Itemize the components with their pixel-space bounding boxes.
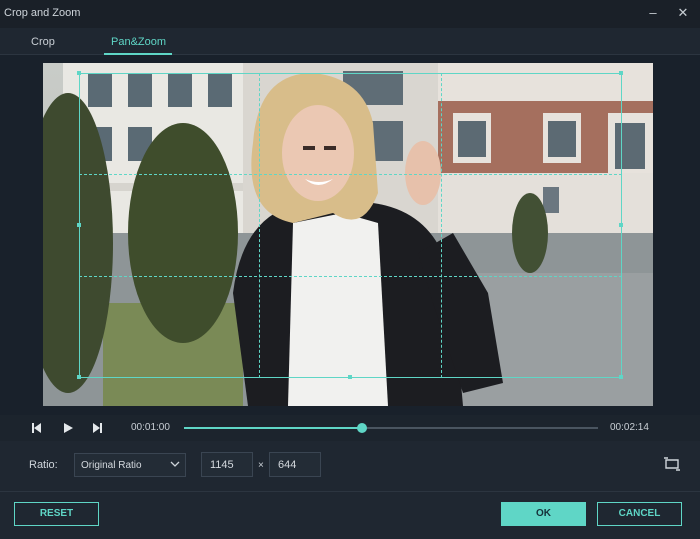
next-frame-icon[interactable] xyxy=(91,421,103,439)
minimize-icon[interactable]: – xyxy=(645,5,661,21)
swap-orientation-icon[interactable] xyxy=(663,457,681,476)
crop-handle-top-right[interactable] xyxy=(619,71,623,75)
playback-bar: 00:01:00 00:02:14 xyxy=(0,415,700,441)
timeline-progress xyxy=(184,427,363,429)
grid-line-horizontal xyxy=(79,276,622,277)
grid-line-vertical xyxy=(259,73,260,378)
crop-handle-bottom[interactable] xyxy=(348,375,352,379)
height-input[interactable]: 644 xyxy=(269,452,321,477)
crop-handle-bottom-right[interactable] xyxy=(619,375,623,379)
grid-line-horizontal xyxy=(79,174,622,175)
divider xyxy=(0,491,700,492)
title-bar: Crop and Zoom – ✕ xyxy=(0,0,700,28)
current-time: 00:01:00 xyxy=(131,422,170,433)
tab-pan-zoom[interactable]: Pan&Zoom xyxy=(111,36,166,48)
tab-bar: Crop Pan&Zoom xyxy=(0,28,700,55)
grid-line-vertical xyxy=(441,73,442,378)
crop-handle-right[interactable] xyxy=(619,223,623,227)
total-time: 00:02:14 xyxy=(610,422,649,433)
dimension-separator: × xyxy=(258,460,264,471)
chevron-down-icon xyxy=(170,460,180,471)
ratio-selected-value: Original Ratio xyxy=(81,460,142,471)
crop-rectangle[interactable] xyxy=(79,73,622,378)
width-input[interactable]: 1145 xyxy=(201,452,253,477)
reset-button[interactable]: RESET xyxy=(14,502,99,526)
ok-button[interactable]: OK xyxy=(501,502,586,526)
timeline-handle[interactable] xyxy=(357,423,368,433)
window-title: Crop and Zoom xyxy=(4,7,81,19)
timeline-slider[interactable] xyxy=(184,423,598,433)
play-icon[interactable] xyxy=(62,421,74,439)
ratio-label: Ratio: xyxy=(29,459,58,471)
close-icon[interactable]: ✕ xyxy=(675,5,691,21)
cancel-button[interactable]: CANCEL xyxy=(597,502,682,526)
crop-handle-top-left[interactable] xyxy=(77,71,81,75)
ratio-dropdown[interactable]: Original Ratio xyxy=(74,453,186,477)
crop-handle-left[interactable] xyxy=(77,223,81,227)
previous-frame-icon[interactable] xyxy=(31,421,43,439)
crop-handle-bottom-left[interactable] xyxy=(77,375,81,379)
tab-crop[interactable]: Crop xyxy=(31,36,55,48)
